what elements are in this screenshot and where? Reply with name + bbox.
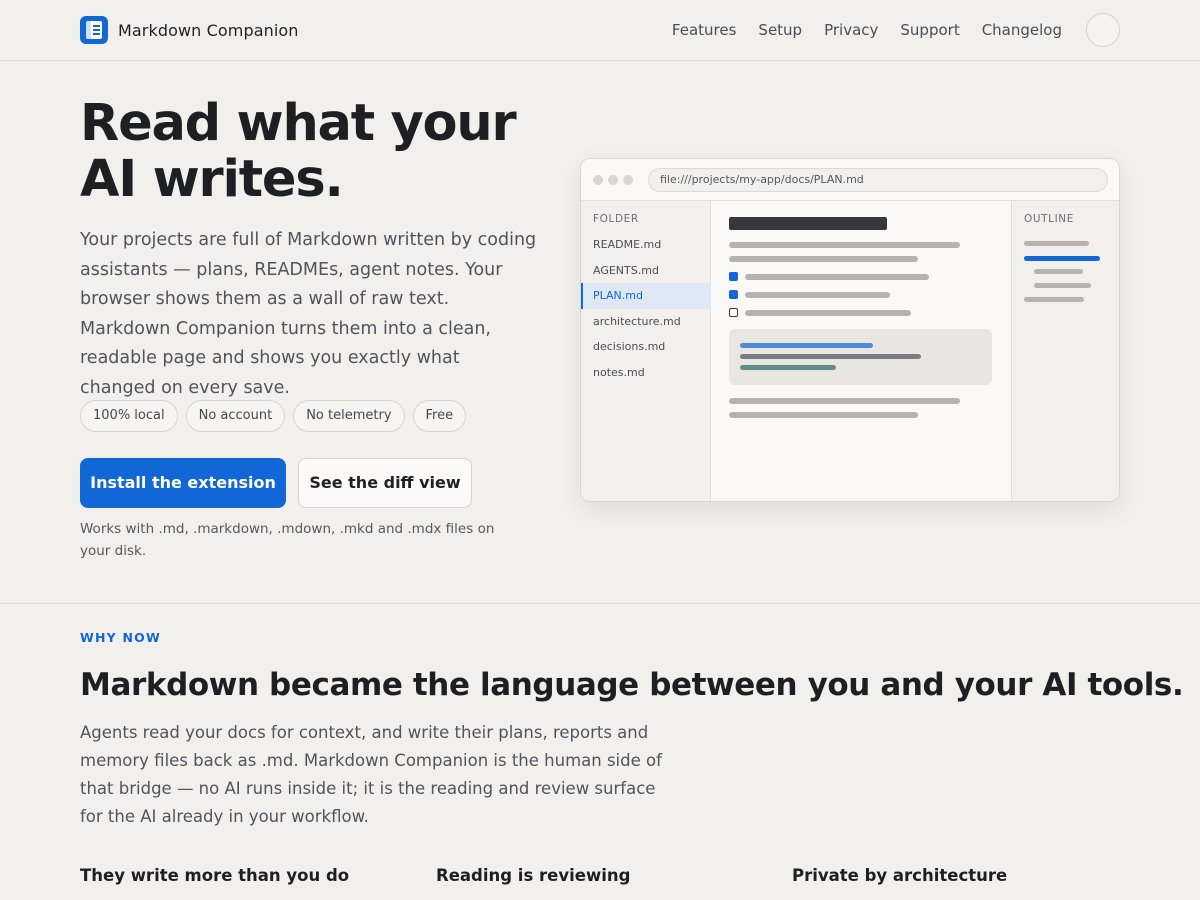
outline-item-placeholder — [1034, 269, 1083, 274]
chip-local: 100% local — [80, 400, 178, 432]
outline-item-active-placeholder — [1024, 256, 1100, 261]
column-heading: Private by architecture — [792, 866, 1008, 885]
code-line-placeholder — [740, 365, 836, 370]
window-dot-icon — [608, 175, 618, 185]
mock-document-preview — [711, 201, 1011, 501]
outline-item-placeholder — [1024, 297, 1084, 302]
section-divider — [0, 603, 1200, 604]
doc-text-placeholder — [729, 242, 960, 248]
markdown-companion-logo-icon — [80, 16, 108, 44]
install-extension-button[interactable]: Install the extension — [80, 458, 286, 508]
checkbox-empty-icon — [729, 308, 738, 317]
site-header: Markdown Companion Features Setup Privac… — [0, 0, 1200, 61]
main-nav: Features Setup Privacy Support Changelog — [672, 12, 1120, 48]
doc-heading-placeholder — [729, 217, 887, 230]
nav-features[interactable]: Features — [672, 12, 737, 48]
hero-title-line1: Read what your — [80, 94, 517, 153]
compat-note: Works with .md, .markdown, .mdown, .mkd … — [80, 521, 495, 559]
chip-no-account: No account — [185, 400, 286, 432]
section-eyebrow: WHY NOW — [80, 630, 161, 645]
nav-support[interactable]: Support — [900, 12, 959, 48]
code-line-placeholder — [740, 343, 873, 348]
window-dot-icon — [623, 175, 633, 185]
file-item-active: PLAN.md — [581, 283, 711, 309]
nav-privacy[interactable]: Privacy — [824, 12, 878, 48]
window-dot-icon — [593, 175, 603, 185]
theme-toggle-button[interactable] — [1086, 13, 1120, 47]
file-item: AGENTS.md — [593, 264, 659, 277]
hero-lede: Your projects are full of Markdown writt… — [80, 230, 537, 398]
file-item: decisions.md — [593, 340, 666, 353]
file-item: architecture.md — [593, 315, 681, 328]
doc-text-placeholder — [729, 398, 960, 404]
feature-chips: 100% local No account No telemetry Free — [80, 400, 467, 432]
hero-title-line2: AI writes. — [80, 150, 344, 209]
column-heading: They write more than you do — [80, 866, 350, 885]
file-item: notes.md — [593, 366, 645, 379]
outline-heading: OUTLINE — [1024, 213, 1074, 225]
outline-item-placeholder — [1024, 241, 1089, 246]
folder-heading: FOLDER — [593, 213, 639, 225]
mock-url-bar: file:///projects/my-app/docs/PLAN.md — [648, 168, 1108, 192]
chip-free: Free — [412, 400, 467, 432]
section-body: Agents read your docs for context, and w… — [80, 723, 662, 826]
doc-text-placeholder — [745, 310, 911, 316]
doc-text-placeholder — [729, 256, 918, 262]
doc-text-placeholder — [729, 412, 918, 418]
brand[interactable]: Markdown Companion — [80, 16, 299, 44]
checkbox-checked-icon — [729, 272, 738, 281]
mock-folder-panel: FOLDER README.md AGENTS.md PLAN.md archi… — [581, 201, 711, 501]
nav-changelog[interactable]: Changelog — [982, 12, 1062, 48]
column-heading: Reading is reviewing — [436, 866, 631, 885]
app-preview-mockup: file:///projects/my-app/docs/PLAN.md FOL… — [580, 158, 1120, 502]
checkbox-checked-icon — [729, 290, 738, 299]
mock-browser-bar: file:///projects/my-app/docs/PLAN.md — [581, 159, 1119, 201]
outline-item-placeholder — [1034, 283, 1091, 288]
file-item: README.md — [593, 238, 662, 251]
section-heading: Markdown became the language between you… — [80, 667, 1184, 703]
doc-code-block-placeholder — [729, 329, 992, 385]
doc-text-placeholder — [745, 274, 929, 280]
hero-title: Read what your AI writes. — [80, 96, 540, 208]
doc-text-placeholder — [745, 292, 890, 298]
mock-outline-panel: OUTLINE — [1011, 201, 1119, 501]
nav-setup[interactable]: Setup — [758, 12, 802, 48]
see-diff-view-button[interactable]: See the diff view — [298, 458, 472, 508]
code-line-placeholder — [740, 354, 921, 359]
brand-name: Markdown Companion — [118, 20, 299, 40]
chip-no-telemetry: No telemetry — [293, 400, 405, 432]
